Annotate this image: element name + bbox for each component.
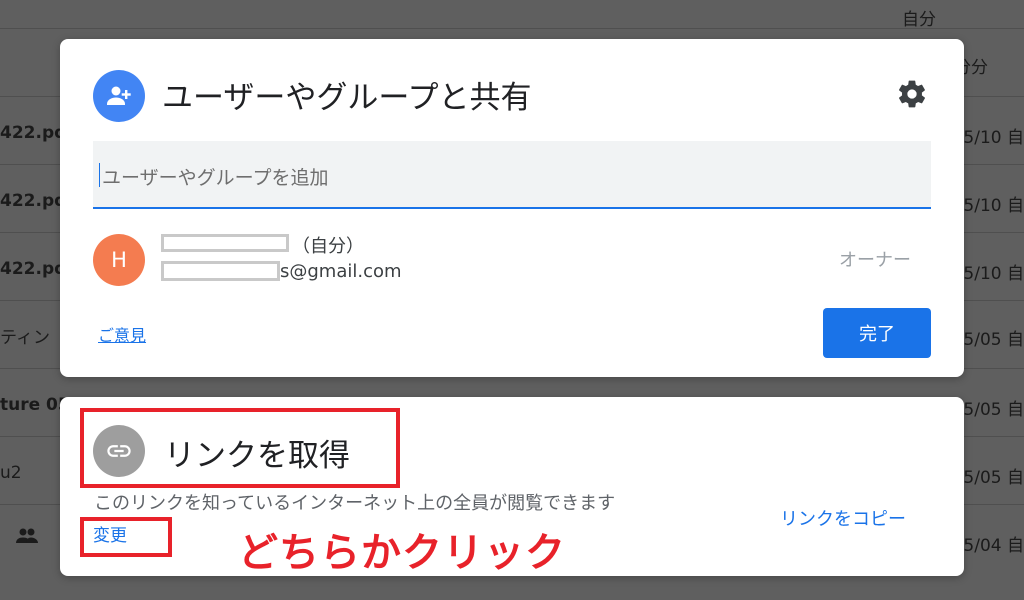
text-caret xyxy=(99,163,100,187)
share-dialog: ユーザーやグループと共有 ユーザーやグループを追加 H （自分） s@gmail… xyxy=(60,39,964,377)
owner-role-label: オーナー xyxy=(839,250,911,271)
file-name: ティン xyxy=(0,328,50,348)
file-date: 5/10 自 xyxy=(963,196,1024,216)
list-item: 自分 xyxy=(0,0,1024,30)
file-date: 5/05 自 xyxy=(963,400,1024,420)
file-date: 5/05 自 xyxy=(963,468,1024,488)
add-people-input[interactable]: ユーザーやグループを追加 xyxy=(93,141,931,209)
redacted-name xyxy=(161,234,289,252)
file-date: 5/05 自 xyxy=(963,330,1024,350)
person-add-icon xyxy=(93,70,145,122)
file-name: u2 xyxy=(0,463,22,483)
avatar: H xyxy=(93,234,145,286)
highlight-box-change xyxy=(80,517,172,557)
link-access-description: このリンクを知っているインターネット上の全員が閲覧できます xyxy=(94,493,616,514)
file-date: 5/10 自 xyxy=(963,264,1024,284)
user-name-suffix: （自分） xyxy=(292,236,364,257)
add-people-placeholder: ユーザーやグループを追加 xyxy=(102,167,329,189)
done-button[interactable]: 完了 xyxy=(823,308,931,358)
redacted-email xyxy=(161,261,280,281)
people-icon xyxy=(16,528,38,544)
dialog-title: ユーザーやグループと共有 xyxy=(162,80,532,116)
highlight-box-link-title xyxy=(80,408,400,488)
file-owner: 自分 xyxy=(902,10,936,30)
copy-link-button[interactable]: リンクをコピー xyxy=(780,505,906,531)
annotation-text: どちらかクリック xyxy=(238,530,566,576)
file-date: 5/10 自 xyxy=(963,128,1024,148)
feedback-link[interactable]: ご意見 xyxy=(98,322,146,346)
gear-icon[interactable] xyxy=(896,78,928,110)
user-email: s@gmail.com xyxy=(280,261,402,282)
file-date: 5/04 自 xyxy=(963,536,1024,556)
